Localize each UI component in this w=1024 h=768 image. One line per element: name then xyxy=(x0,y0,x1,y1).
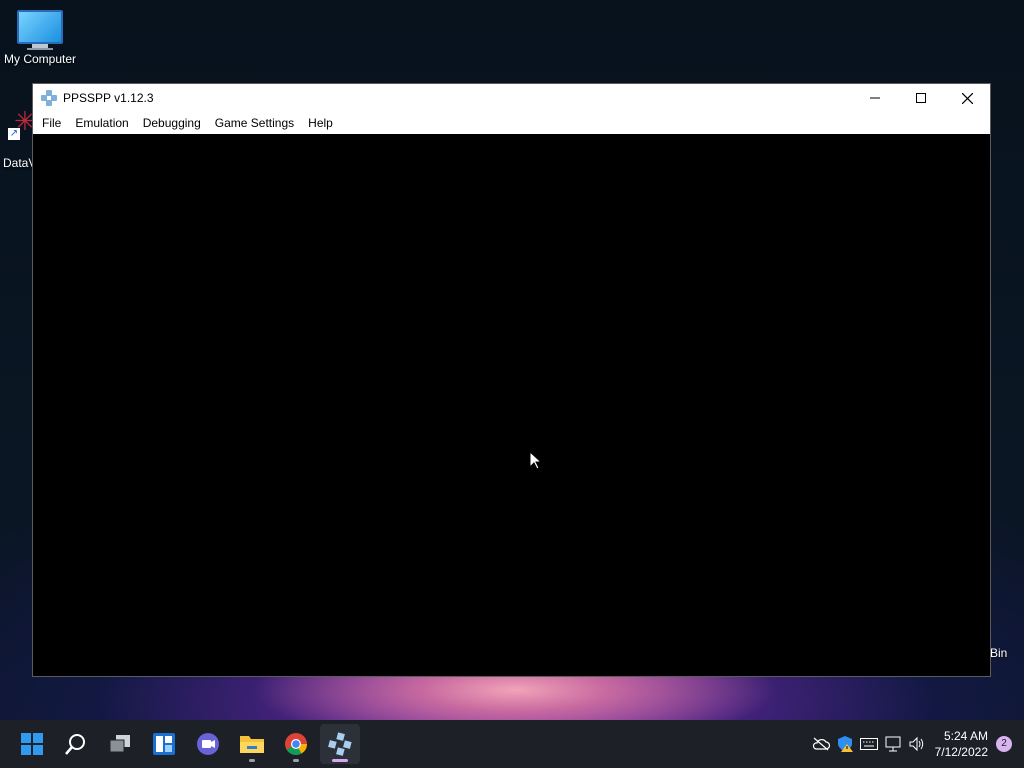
search-icon xyxy=(65,734,85,755)
close-icon xyxy=(961,92,973,104)
window-title: PPSSPP v1.12.3 xyxy=(63,91,154,105)
security-warning-icon[interactable] xyxy=(833,732,857,756)
mouse-cursor-icon xyxy=(530,452,542,470)
app-window: PPSSPP v1.12.3 File Emulation Debugging … xyxy=(32,83,991,677)
chrome-button[interactable] xyxy=(276,724,316,764)
task-view-icon xyxy=(109,735,130,753)
menu-debugging[interactable]: Debugging xyxy=(136,112,208,134)
desktop-icon-label: My Computer xyxy=(3,52,77,66)
minimize-icon xyxy=(870,97,880,99)
notification-badge[interactable]: 2 xyxy=(996,736,1012,752)
menu-emulation[interactable]: Emulation xyxy=(68,112,135,134)
teams-chat-icon xyxy=(197,733,219,755)
ppsspp-icon xyxy=(41,90,57,106)
menu-game-settings[interactable]: Game Settings xyxy=(208,112,301,134)
taskbar: 5:24 AM 7/12/2022 2 xyxy=(0,720,1024,768)
start-button[interactable] xyxy=(12,724,52,764)
clock[interactable]: 5:24 AM 7/12/2022 xyxy=(935,728,988,760)
widgets-icon xyxy=(153,733,175,755)
task-view-button[interactable] xyxy=(100,724,140,764)
active-indicator xyxy=(332,759,348,762)
clock-date: 7/12/2022 xyxy=(934,745,988,759)
teams-chat-button[interactable] xyxy=(188,724,228,764)
monitor-icon xyxy=(0,10,80,50)
running-indicator xyxy=(293,759,299,762)
minimize-button[interactable] xyxy=(852,84,898,112)
title-bar[interactable]: PPSSPP v1.12.3 xyxy=(33,84,990,112)
game-display-area[interactable] xyxy=(33,134,990,676)
ppsspp-icon xyxy=(328,732,352,756)
chrome-icon xyxy=(285,733,307,755)
maximize-button[interactable] xyxy=(898,84,944,112)
ppsspp-taskbar-button[interactable] xyxy=(320,724,360,764)
onedrive-icon[interactable] xyxy=(809,732,833,756)
keyboard-icon[interactable] xyxy=(857,732,881,756)
menu-help[interactable]: Help xyxy=(301,112,340,134)
search-button[interactable] xyxy=(56,724,96,764)
running-indicator xyxy=(249,759,255,762)
desktop-icon-recycle-bin[interactable]: Bin xyxy=(990,646,1007,660)
menu-file[interactable]: File xyxy=(35,112,68,134)
start-icon xyxy=(21,733,43,755)
clock-time: 5:24 AM xyxy=(943,729,988,743)
network-icon[interactable] xyxy=(881,732,905,756)
menu-bar: File Emulation Debugging Game Settings H… xyxy=(33,112,990,134)
file-explorer-button[interactable] xyxy=(232,724,272,764)
volume-icon[interactable] xyxy=(905,732,929,756)
desktop-icon-my-computer[interactable]: My Computer xyxy=(0,10,80,66)
maximize-icon xyxy=(916,93,926,103)
widgets-button[interactable] xyxy=(144,724,184,764)
system-tray: 5:24 AM 7/12/2022 2 xyxy=(809,720,1024,768)
close-button[interactable] xyxy=(944,84,990,112)
file-explorer-icon xyxy=(240,736,264,753)
